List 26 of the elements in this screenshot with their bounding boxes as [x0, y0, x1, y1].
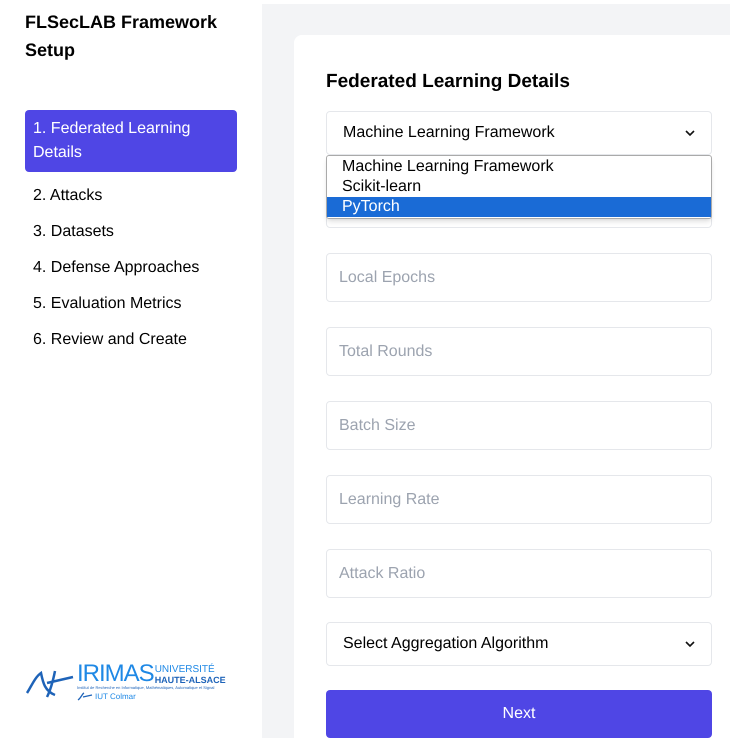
logo-text: IUT Colmar — [95, 692, 136, 702]
partner-logo-icon — [77, 692, 93, 702]
framework-select[interactable]: Machine Learning Framework — [326, 111, 712, 155]
dropdown-option[interactable]: PyTorch — [327, 197, 711, 217]
input-field[interactable]: Batch Size — [326, 401, 712, 450]
dropdown-option[interactable]: Scikit-learn — [327, 177, 711, 197]
sidebar-step[interactable]: 2. Attacks — [25, 184, 237, 208]
logo-text: UNIVERSITÉ — [154, 665, 216, 675]
dropdown-option[interactable]: Machine Learning Framework — [327, 157, 711, 177]
input-field[interactable]: Total Rounds — [326, 327, 712, 376]
input-field[interactable]: Local Epochs — [326, 253, 712, 302]
chevron-icon — [685, 640, 695, 648]
next-button[interactable]: Next — [326, 690, 712, 738]
logo-text: IRIMAS — [77, 663, 154, 685]
input-field[interactable]: Attack Ratio — [326, 549, 712, 598]
logo-text: HAUTE-ALSACE — [154, 675, 226, 685]
form-heading: Federated Learning Details — [326, 70, 571, 94]
input-field[interactable]: Learning Rate — [326, 475, 712, 524]
chevron-icon — [685, 130, 695, 136]
sidebar-step[interactable]: 1. Federated Learning Details — [25, 110, 237, 172]
sidebar-step[interactable]: 3. Datasets — [25, 220, 237, 244]
aggregation-select[interactable]: Select Aggregation Algorithm — [326, 622, 712, 666]
sidebar-step[interactable]: 6. Review and Create — [25, 328, 237, 352]
sidebar-title: FLSecLAB Framework Setup — [25, 11, 218, 62]
sidebar-step[interactable]: 5. Evaluation Metrics — [25, 292, 237, 316]
sidebar-step[interactable]: 4. Defense Approaches — [25, 256, 237, 280]
